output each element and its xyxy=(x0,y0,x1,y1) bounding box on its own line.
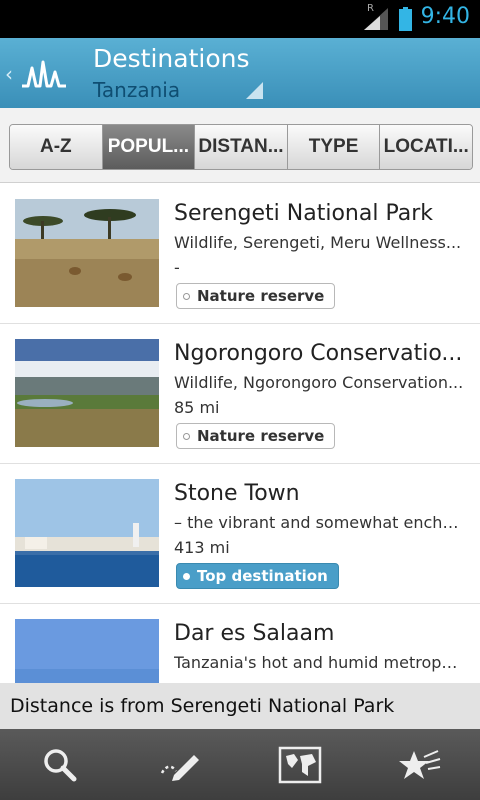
destination-thumbnail xyxy=(15,479,159,587)
sort-tabs: A-Z POPUL... DISTAN... TYPE LOCATI... xyxy=(9,124,473,170)
tab-location[interactable]: LOCATI... xyxy=(380,125,472,169)
sort-tab-bar: A-Z POPUL... DISTAN... TYPE LOCATI... xyxy=(0,108,480,183)
tab-popular[interactable]: POPUL... xyxy=(102,125,196,169)
distance-reference-note: Distance is from Serengeti National Park xyxy=(0,683,480,729)
status-bar: R 9:40 xyxy=(0,0,480,38)
up-chevron-icon[interactable]: ‹ xyxy=(5,62,13,86)
signal-icon xyxy=(364,8,388,30)
tab-a-z[interactable]: A-Z xyxy=(10,125,103,169)
app-logo-icon[interactable] xyxy=(20,54,70,94)
favorites-button[interactable] xyxy=(360,729,480,800)
page-title: Destinations xyxy=(93,44,250,73)
list-item[interactable]: Serengeti National Park Wildlife, Sereng… xyxy=(0,183,480,324)
category-tag: Nature reserve xyxy=(176,423,336,449)
destination-title: Dar es Salaam xyxy=(174,621,335,646)
destination-title: Serengeti National Park xyxy=(174,201,433,226)
bottom-nav xyxy=(0,729,480,800)
destination-title: Stone Town xyxy=(174,481,300,506)
spinner-triangle-icon[interactable] xyxy=(246,82,263,99)
map-icon xyxy=(278,746,322,783)
category-tag: Nature reserve xyxy=(176,283,336,309)
list-item[interactable]: Stone Town – the vibrant and somewhat en… xyxy=(0,463,480,604)
search-button[interactable] xyxy=(0,729,120,800)
destination-description: – the vibrant and somewhat encha... xyxy=(174,513,464,532)
search-icon xyxy=(44,748,77,781)
clock: 9:40 xyxy=(420,4,470,29)
destination-thumbnail xyxy=(15,339,159,447)
top-destination-tag: Top destination xyxy=(176,563,339,589)
edit-icon xyxy=(160,754,199,781)
destination-description: Wildlife, Serengeti, Meru Wellness... xyxy=(174,233,462,252)
tab-type[interactable]: TYPE xyxy=(287,125,381,169)
destination-distance: 85 mi xyxy=(174,398,220,417)
edit-button[interactable] xyxy=(120,729,240,800)
action-bar: ‹ Destinations Tanzania xyxy=(0,38,480,109)
destination-description: Wildlife, Ngorongoro Conservation... xyxy=(174,373,464,392)
favorites-icon xyxy=(399,749,441,779)
destination-description: Tanzania's hot and humid metropo... xyxy=(174,653,464,672)
battery-icon xyxy=(399,7,412,31)
location-spinner-label[interactable]: Tanzania xyxy=(93,78,180,102)
destination-title: Ngorongoro Conservatio... xyxy=(174,341,463,366)
destination-thumbnail xyxy=(15,199,159,307)
destination-distance: - xyxy=(174,258,180,277)
destination-thumbnail xyxy=(15,619,159,683)
list-item[interactable]: Ngorongoro Conservatio... Wildlife, Ngor… xyxy=(0,323,480,464)
destination-list: Serengeti National Park Wildlife, Sereng… xyxy=(0,183,480,683)
tab-distance[interactable]: DISTAN... xyxy=(195,125,288,169)
map-button[interactable] xyxy=(240,729,360,800)
destination-distance: 413 mi xyxy=(174,538,230,557)
list-item[interactable]: Dar es Salaam Tanzania's hot and humid m… xyxy=(0,603,480,683)
